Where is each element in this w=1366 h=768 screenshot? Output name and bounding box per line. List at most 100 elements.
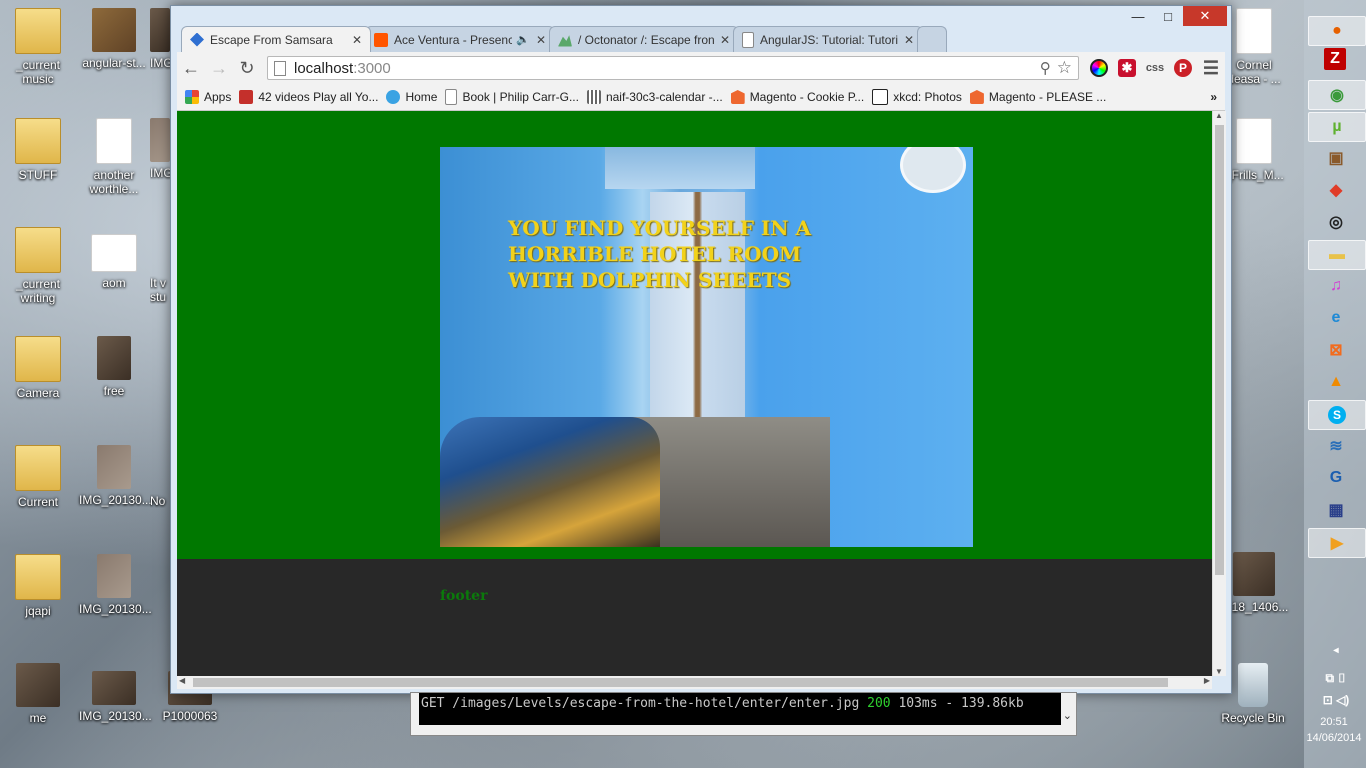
desktop-icon-angular[interactable]: angular-st... [79, 8, 149, 70]
desktop-icon-current[interactable]: Current [3, 445, 73, 509]
sublime-icon[interactable]: ≋ [1308, 432, 1364, 460]
image-icon [150, 118, 170, 162]
folder-icon [15, 227, 61, 273]
desktop-icon-no[interactable]: No [150, 494, 170, 508]
video-icon [1233, 552, 1275, 596]
desktop-icon-img-20130-c[interactable]: IMG_20130... [79, 671, 152, 723]
scrollbar-thumb[interactable] [193, 678, 1168, 687]
tab-angularjs-tutorial[interactable]: AngularJS: Tutorial: Tutori ✕ [733, 26, 923, 52]
close-tab-icon[interactable]: ✕ [904, 33, 914, 47]
image-icon [150, 8, 170, 52]
maximize-button[interactable]: □ [1153, 6, 1183, 26]
folder-icon [15, 445, 61, 491]
pinterest-icon[interactable]: P [1169, 54, 1197, 82]
minimize-button[interactable]: — [1123, 6, 1153, 26]
terminal-window[interactable]: GET /images/Levels/escape-from-the-hotel… [410, 692, 1077, 736]
media-player-icon[interactable]: ▶ [1308, 528, 1366, 558]
desktop-icon-img-2[interactable]: IMG [150, 118, 170, 180]
desktop-icon-free[interactable]: free [79, 336, 149, 398]
desktop-icon-frills[interactable]: _Frills_M... [1225, 118, 1284, 182]
bookmark-book[interactable]: Book | Philip Carr-G... [445, 89, 579, 105]
clock[interactable]: 20:51 14/06/2014 [1306, 714, 1362, 746]
volume-icon[interactable]: ⊡ ◁) [1308, 690, 1364, 710]
scrollbar-thumb[interactable] [1215, 125, 1224, 575]
ie-icon[interactable]: e [1308, 304, 1364, 332]
filezilla-icon[interactable]: Z [1324, 48, 1346, 70]
bookmark-magento-please[interactable]: Magento - PLEASE ... [969, 90, 1106, 104]
youtube-icon [239, 90, 254, 104]
obs-icon[interactable]: ◎ [1308, 208, 1364, 236]
bookmark-youtube[interactable]: 42 videos Play all Yo... [239, 90, 378, 104]
horizontal-scrollbar[interactable]: ◀ ▶ [177, 676, 1212, 689]
network-icon[interactable]: ⧉ ▯ [1308, 668, 1364, 688]
bookmark-naif-calendar[interactable]: naif-30c3-calendar -... [586, 90, 723, 104]
tab-escape-from-samsara[interactable]: Escape From Samsara ✕ [181, 26, 371, 52]
utorrent-icon[interactable]: µ [1308, 112, 1366, 142]
forward-button[interactable]: → [205, 54, 233, 82]
scroll-left-icon[interactable]: ◀ [179, 676, 185, 685]
chrome-icon[interactable]: ◉ [1308, 80, 1366, 110]
explorer-icon[interactable]: ▬ [1308, 240, 1366, 270]
desktop-icon-img-1[interactable]: IMG [150, 8, 170, 70]
bookmark-magento-cookie[interactable]: Magento - Cookie P... [730, 90, 864, 104]
xampp-icon[interactable]: ⊠ [1308, 336, 1364, 364]
document-icon [96, 118, 132, 164]
close-window-button[interactable]: ✕ [1183, 6, 1227, 26]
desktop-icon-camera[interactable]: Camera [3, 336, 73, 400]
desktop-icon-current-writing[interactable]: _current writing [3, 227, 73, 305]
chevron-up-icon[interactable]: ◂ [1308, 642, 1364, 658]
tab-octonator[interactable]: / Octonator /: Escape fron ✕ [549, 26, 739, 52]
desktop-icon-another-worthless[interactable]: another worthle... [79, 118, 149, 196]
css-extension-icon[interactable]: css [1141, 54, 1169, 82]
desktop-icon-cornel-deasa[interactable]: Cornel deasa - ... [1225, 8, 1283, 86]
magento-icon [730, 90, 745, 104]
close-tab-icon[interactable]: ✕ [720, 33, 730, 47]
firefox-icon[interactable]: ● [1308, 16, 1366, 46]
desktop-icon-aom[interactable]: aom [79, 234, 149, 290]
bookmark-star-icon[interactable]: ☆ [1057, 58, 1072, 78]
desktop-icon-stuff[interactable]: STUFF [3, 118, 73, 182]
page-icon [445, 89, 458, 105]
app-icon[interactable]: ▣ [1308, 144, 1364, 172]
desktop-icon-me[interactable]: me [3, 663, 73, 725]
document-icon [91, 234, 137, 272]
scroll-right-icon[interactable]: ▶ [1204, 676, 1210, 685]
scroll-down-icon[interactable]: ▼ [1215, 667, 1223, 676]
desktop-icon-jqapi[interactable]: jqapi [3, 554, 73, 618]
back-button[interactable]: ← [177, 54, 205, 82]
bookmark-xkcd[interactable]: xkcd: Photos [872, 89, 962, 105]
calendar-icon [586, 90, 601, 104]
folder-icon [15, 8, 61, 54]
vertical-scrollbar[interactable]: ▲ ▼ [1212, 111, 1226, 676]
more-bookmarks-button[interactable]: » [1210, 90, 1217, 104]
zoom-icon[interactable]: ⚲ [1040, 59, 1051, 77]
desktop-icon-418[interactable]: 418_1406... [1225, 552, 1288, 614]
menu-icon[interactable]: ☰ [1197, 54, 1225, 82]
terminal-output: GET /images/Levels/escape-from-the-hotel… [419, 693, 1061, 725]
terminal-icon[interactable]: ▦ [1308, 496, 1364, 524]
color-picker-icon[interactable] [1085, 54, 1113, 82]
close-tab-icon[interactable]: ✕ [352, 33, 362, 47]
page-viewport: YOU FIND YOURSELF IN A HORRIBLE HOTEL RO… [177, 111, 1212, 676]
git-icon[interactable]: ◆ [1308, 176, 1364, 204]
address-bar[interactable]: localhost :3000 ⚲ ☆ [267, 56, 1079, 80]
close-tab-icon[interactable]: ✕ [536, 33, 546, 47]
scroll-up-icon[interactable]: ▲ [1215, 111, 1223, 120]
chevron-down-icon[interactable]: ⌄ [1063, 709, 1072, 722]
desktop-icon-current-music[interactable]: _current music [3, 8, 73, 86]
folder-icon [15, 118, 61, 164]
new-tab-button[interactable] [917, 26, 947, 52]
desktop-icon-img-20130-b[interactable]: IMG_20130... [79, 554, 152, 616]
tab-ace-ventura[interactable]: Ace Ventura - Presence 🔈 ✕ [365, 26, 555, 52]
itunes-icon[interactable]: ♫ [1308, 272, 1364, 300]
desktop-icon-it-was[interactable]: It v stu [150, 276, 170, 304]
skype-icon[interactable]: S [1308, 400, 1366, 430]
bookmark-apps[interactable]: Apps [185, 90, 231, 104]
desktop-icon-img-20130-a[interactable]: IMG_20130... [79, 445, 152, 507]
github-icon[interactable]: G [1308, 464, 1364, 492]
scene-image[interactable]: YOU FIND YOURSELF IN A HORRIBLE HOTEL RO… [440, 147, 973, 547]
lastpass-icon[interactable]: ✱ [1113, 54, 1141, 82]
vlc-icon[interactable]: ▲ [1308, 368, 1364, 396]
bookmark-twitter-home[interactable]: Home [386, 90, 437, 104]
reload-button[interactable]: ↻ [233, 54, 261, 82]
